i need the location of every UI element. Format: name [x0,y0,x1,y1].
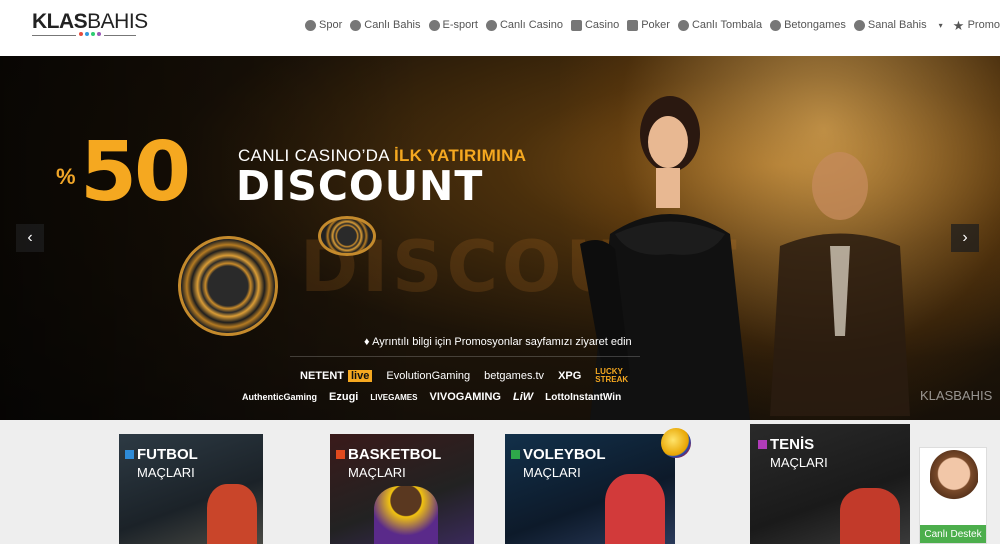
provider-betgames: betgames.tv [484,370,545,382]
provider-evolution: EvolutionGaming [386,370,471,382]
provider-logos-row2: AuthenticGaming Ezugi LIVEGAMES VIVOGAMI… [242,391,621,403]
hero-big-number: 50 [80,125,191,220]
card-voleybol[interactable]: VOLEYBOL MAÇLARI [505,434,675,544]
provider-ezugi: Ezugi [329,391,359,403]
volleyball-icon [661,428,691,458]
slider-next-button[interactable]: › [951,224,979,252]
card-subtitle: MAÇLARI [523,465,581,480]
casino-chip-icon [485,19,497,31]
provider-luckystreak: LUCKY STREAK [595,367,629,384]
nav-item-esport[interactable]: E-sport [428,19,478,31]
provider-netent: NETENT [300,370,344,382]
nav-item-canli-bahis[interactable]: Canlı Bahis [350,19,421,31]
card-title: TENİS [758,436,814,453]
provider-lottoinstantwin: LottoInstantWin [545,391,622,403]
main-nav: Spor Canlı Bahis E-sport Canlı Casino Ca… [305,17,1000,33]
card-basketbol[interactable]: BASKETBOL MAÇLARI [330,434,474,544]
hero-divider [290,356,640,357]
casino-chip-small [318,216,376,256]
dice-icon [770,19,782,31]
hero-corner-logo: KLASBAHIS [920,388,993,403]
star-icon: ★ [952,17,965,33]
card-subtitle: MAÇLARI [137,465,195,480]
nav-item-casino[interactable]: Casino [570,19,619,31]
nav-item-spor[interactable]: Spor [305,19,342,31]
card-tenis[interactable]: TENİS MAÇLARI [750,424,910,544]
football-player-image [207,484,257,544]
live-support-widget[interactable]: Canlı Destek [919,447,987,544]
provider-livegames: LIVEGAMES [370,392,418,402]
live-ball-icon [350,19,362,31]
nav-item-betongames[interactable]: Betongames [770,19,846,31]
gamepad-icon [570,19,582,31]
logo-text: KLASBAHIS [32,10,148,33]
basketball-player-image [374,486,438,544]
nav-item-sanal-bahis[interactable]: Sanal Bahis [853,19,927,31]
logo-dots [76,32,104,36]
hero-banner[interactable]: DISCOUNT % 50 CANLI CASINO’DA İLK YATIRI… [0,56,1000,420]
nav-item-poker[interactable]: Poker [627,19,670,31]
card-title: FUTBOL [125,446,198,463]
card-title: BASKETBOL [336,446,441,463]
nav-item-promosyonlar[interactable]: ★Promosyonlar [952,17,1000,33]
hero-info-text: ♦ Ayrıntılı bilgi için Promosyonlar sayf… [364,336,632,348]
provider-authentic: AuthenticGaming [242,392,318,402]
more-dropdown-caret[interactable]: ▾ [939,21,943,30]
volleyball-player-image [605,474,665,544]
cards-icon [627,19,639,31]
provider-xpg: XPG [558,370,582,382]
site-logo[interactable]: KLASBAHIS [32,10,148,41]
soccer-ball-icon [305,19,316,31]
hero-man-image [770,152,910,416]
slider-prev-button[interactable]: ‹ [16,224,44,252]
tennis-player-image [840,488,900,544]
tombala-icon [677,19,689,31]
provider-liw: LiW [513,391,534,403]
nav-item-canli-tombala[interactable]: Canlı Tombala [677,19,762,31]
card-subtitle: MAÇLARI [348,465,406,480]
virtual-icon [853,19,865,31]
live-support-button[interactable]: Canlı Destek [920,525,986,543]
top-header: KLASBAHIS Spor Canlı Bahis E-sport Canlı… [0,0,1000,56]
provider-vivogaming: VIVOGAMING [429,391,501,403]
sports-section: FUTBOL MAÇLARI BASKETBOL MAÇLARI VOLEYBO… [0,420,1000,544]
esport-icon [428,19,440,31]
support-agent-avatar [930,450,978,524]
hero-headline-line2: DISCOUNT [236,162,484,210]
nav-item-canli-casino[interactable]: Canlı Casino [485,19,563,31]
card-futbol[interactable]: FUTBOL MAÇLARI [119,434,263,544]
provider-netent-live: live [348,370,373,382]
hero-percent-sign: % [56,164,76,189]
card-title: VOLEYBOL [511,446,606,463]
card-subtitle: MAÇLARI [770,455,828,470]
provider-logos-row1: NETENT live EvolutionGaming betgames.tv … [300,367,629,384]
